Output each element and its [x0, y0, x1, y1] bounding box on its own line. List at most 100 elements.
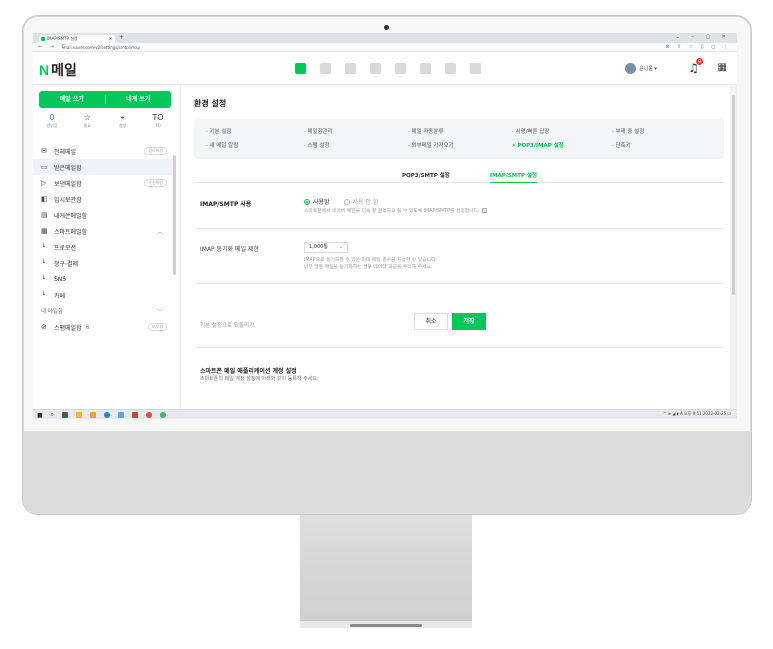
folder-spam[interactable]: ⊘ 스팸메일함 6 비우기 — [33, 319, 173, 335]
tab-title: IMAP/SMTP 설정 — [47, 36, 78, 41]
main-scrollbar[interactable] — [730, 85, 737, 409]
quick-filter-to[interactable]: TO TO — [145, 113, 171, 129]
quick-filter-label: TO — [155, 123, 161, 128]
sync-limit-value: 1,000통 — [309, 244, 328, 250]
memo-service-icon[interactable] — [370, 63, 381, 74]
radio-selected[interactable] — [304, 198, 310, 205]
radio-label: 사용 안 함 — [352, 199, 379, 206]
user-name: 윤나윤 ▾ — [639, 66, 657, 72]
notification-bell-icon[interactable]: ♫ 9 — [688, 58, 703, 75]
radio-not-use[interactable]: 사용 안 함 — [343, 197, 379, 206]
organize-button[interactable]: 정리하기 — [144, 147, 167, 155]
compose-button[interactable]: 메일 쓰기 — [39, 91, 105, 108]
browser-tab[interactable]: IMAP/SMTP 설정 ✕ — [39, 35, 115, 43]
avatar — [625, 63, 637, 74]
folder-label: 청구·결제 — [54, 260, 78, 268]
camera — [384, 25, 389, 30]
browser-toolbar-icons[interactable]: ⊕ ⇪ ☆ ▯ ◻ ⋮ — [665, 44, 731, 50]
menu-folder-management[interactable]: · 메일함관리 — [304, 127, 333, 135]
stand-slot — [350, 624, 422, 627]
menu-spam-settings[interactable]: · 스팸 설정 — [304, 141, 330, 149]
naver-mail-logo[interactable]: N 메일 — [39, 60, 77, 80]
system-tray[interactable]: ^ ⊕ ◢ ◖ A 오후 9:51 2022-02-25 ☐ — [663, 411, 731, 417]
office-service-icon[interactable] — [420, 63, 431, 74]
compose-group: 메일 쓰기 내게 쓰기 — [39, 91, 171, 108]
read-receipt-button[interactable]: 수신확인 — [144, 179, 167, 187]
mail-service-icon[interactable] — [295, 63, 306, 74]
app-icon[interactable] — [118, 412, 125, 418]
screen: IMAP/SMTP 설정 ✕ + ⌄ – ▢ ✕ ← → C mail.nave… — [33, 33, 737, 419]
menu-basic-settings[interactable]: · 기본 설정 — [206, 127, 232, 135]
inbox-icon: ▭ — [41, 163, 48, 171]
sync-limit-select[interactable]: 1,000통 ⌄ — [304, 242, 348, 253]
scrollbar-thumb[interactable] — [732, 95, 735, 295]
folder-smart[interactable]: ▦ 스마트메일함 ︿ — [33, 223, 173, 239]
compose-self-button[interactable]: 내게 쓰기 — [106, 91, 172, 108]
edge-icon[interactable] — [104, 412, 111, 418]
app-grid-icon[interactable]: ▦ — [718, 62, 727, 73]
folder-billing[interactable]: └ 청구·결제 — [33, 255, 173, 271]
task-view-icon[interactable] — [62, 412, 69, 418]
sidebar-scrollbar[interactable] — [173, 155, 176, 275]
windows-start-icon[interactable]: ■ — [37, 412, 43, 419]
radio-use[interactable]: 사용함 — [304, 197, 330, 206]
app-icon[interactable] — [132, 412, 139, 418]
my-folders-header[interactable]: 내 메일함 ﹀ — [33, 303, 173, 319]
mail-icon: ✉ — [41, 147, 47, 155]
folder-all-mail[interactable]: ✉ 전체메일 정리하기 — [33, 143, 173, 159]
folder-to-me[interactable]: ▤ 내게쓴메일함 — [33, 207, 173, 223]
tab-pop3-smtp[interactable]: POP3/SMTP 설정 — [402, 171, 450, 179]
folder-cafe[interactable]: └ 카페 — [33, 287, 173, 303]
store-icon[interactable] — [90, 412, 97, 418]
menu-auto-sort[interactable]: · 메일 자동분류 — [408, 127, 444, 135]
tab-imap-smtp[interactable]: IMAP/SMTP 설정 — [490, 171, 538, 183]
url-input[interactable]: mail.naver.com/v2/settings/smtp/imap — [63, 44, 663, 51]
cloud-service-icon[interactable] — [395, 63, 406, 74]
close-icon[interactable]: ✕ — [109, 35, 112, 43]
menu-new-mail-alert[interactable]: · 새 메일 알림 — [206, 141, 238, 149]
sync-limit-description-2: 너무 많은 메일을 동기화하는 경우 데이터 과금을 주의해 주세요. — [304, 265, 433, 270]
contacts-service-icon[interactable] — [345, 63, 356, 74]
star-icon: ☆ — [83, 113, 91, 122]
folder-sent[interactable]: ▷ 보낸메일함 수신확인 — [33, 175, 173, 191]
folder-inbox[interactable]: ▭ 받은메일함 — [33, 159, 173, 175]
bookmark-service-icon[interactable] — [470, 63, 481, 74]
empty-spam-button[interactable]: 비우기 — [147, 323, 167, 331]
cafe-service-icon[interactable] — [445, 63, 456, 74]
quick-filter-important[interactable]: ☆ 중요 — [74, 113, 100, 129]
chrome-icon[interactable] — [146, 412, 153, 418]
taskbar-apps: ■ ⌕ — [37, 411, 167, 419]
folder-section-label: 내 메일함 — [41, 309, 63, 315]
calendar-service-icon[interactable] — [320, 63, 331, 74]
smart-folder-icon: ▦ — [41, 227, 48, 235]
menu-pop3-imap[interactable]: • POP3/IMAP 설정 — [512, 141, 564, 149]
window-controls[interactable]: ⌄ – ▢ ✕ — [676, 34, 731, 40]
chevron-down-icon[interactable]: ﹀ — [157, 307, 163, 316]
reset-defaults-link[interactable]: 기본 설정으로 되돌리기 — [200, 321, 254, 329]
menu-shortcuts[interactable]: · 단축키 — [612, 141, 631, 149]
search-icon[interactable]: ⌕ — [51, 411, 54, 419]
folder-sns[interactable]: └ SNS — [33, 271, 173, 287]
user-menu[interactable]: 윤나윤 ▾ — [625, 63, 657, 74]
mobile-setup-description: 스마트폰의 메일 계정 설정에 아래와 같이 등록해 주세요. — [200, 376, 319, 382]
quick-filter-unread[interactable]: 0 안읽음 — [39, 113, 65, 129]
chrome-active-icon[interactable] — [160, 412, 167, 418]
help-icon[interactable]: ? — [481, 208, 487, 213]
file-explorer-icon[interactable] — [76, 412, 83, 418]
folder-drafts[interactable]: ◧ 임시보관함 — [33, 191, 173, 207]
folder-promotion[interactable]: └ 프로모션 — [33, 239, 173, 255]
folder-label: 받은메일함 — [54, 164, 82, 172]
device-chin — [23, 431, 751, 514]
new-tab-button[interactable]: + — [119, 34, 124, 41]
save-button[interactable]: 저장 — [452, 313, 486, 330]
quick-filter-attachment[interactable]: ⌁ 첨부 — [110, 113, 136, 129]
menu-signature[interactable]: · 서명/빠른 답장 — [512, 127, 549, 135]
page-title: 환경 설정 — [194, 99, 227, 108]
radio-unselected[interactable] — [343, 198, 350, 205]
menu-out-of-office[interactable]: · 부재 중 설정 — [612, 127, 644, 135]
chevron-up-icon[interactable]: ︿ — [157, 227, 163, 236]
menu-external-mail[interactable]: · 외부메일 가져오기 — [408, 141, 454, 149]
taskbar: ■ ⌕ ^ ⊕ ◢ ◖ A 오후 9:51 2022-02-25 ☐ — [33, 409, 737, 419]
quick-filter-label: 중요 — [83, 123, 92, 128]
cancel-button[interactable]: 취소 — [414, 313, 448, 330]
